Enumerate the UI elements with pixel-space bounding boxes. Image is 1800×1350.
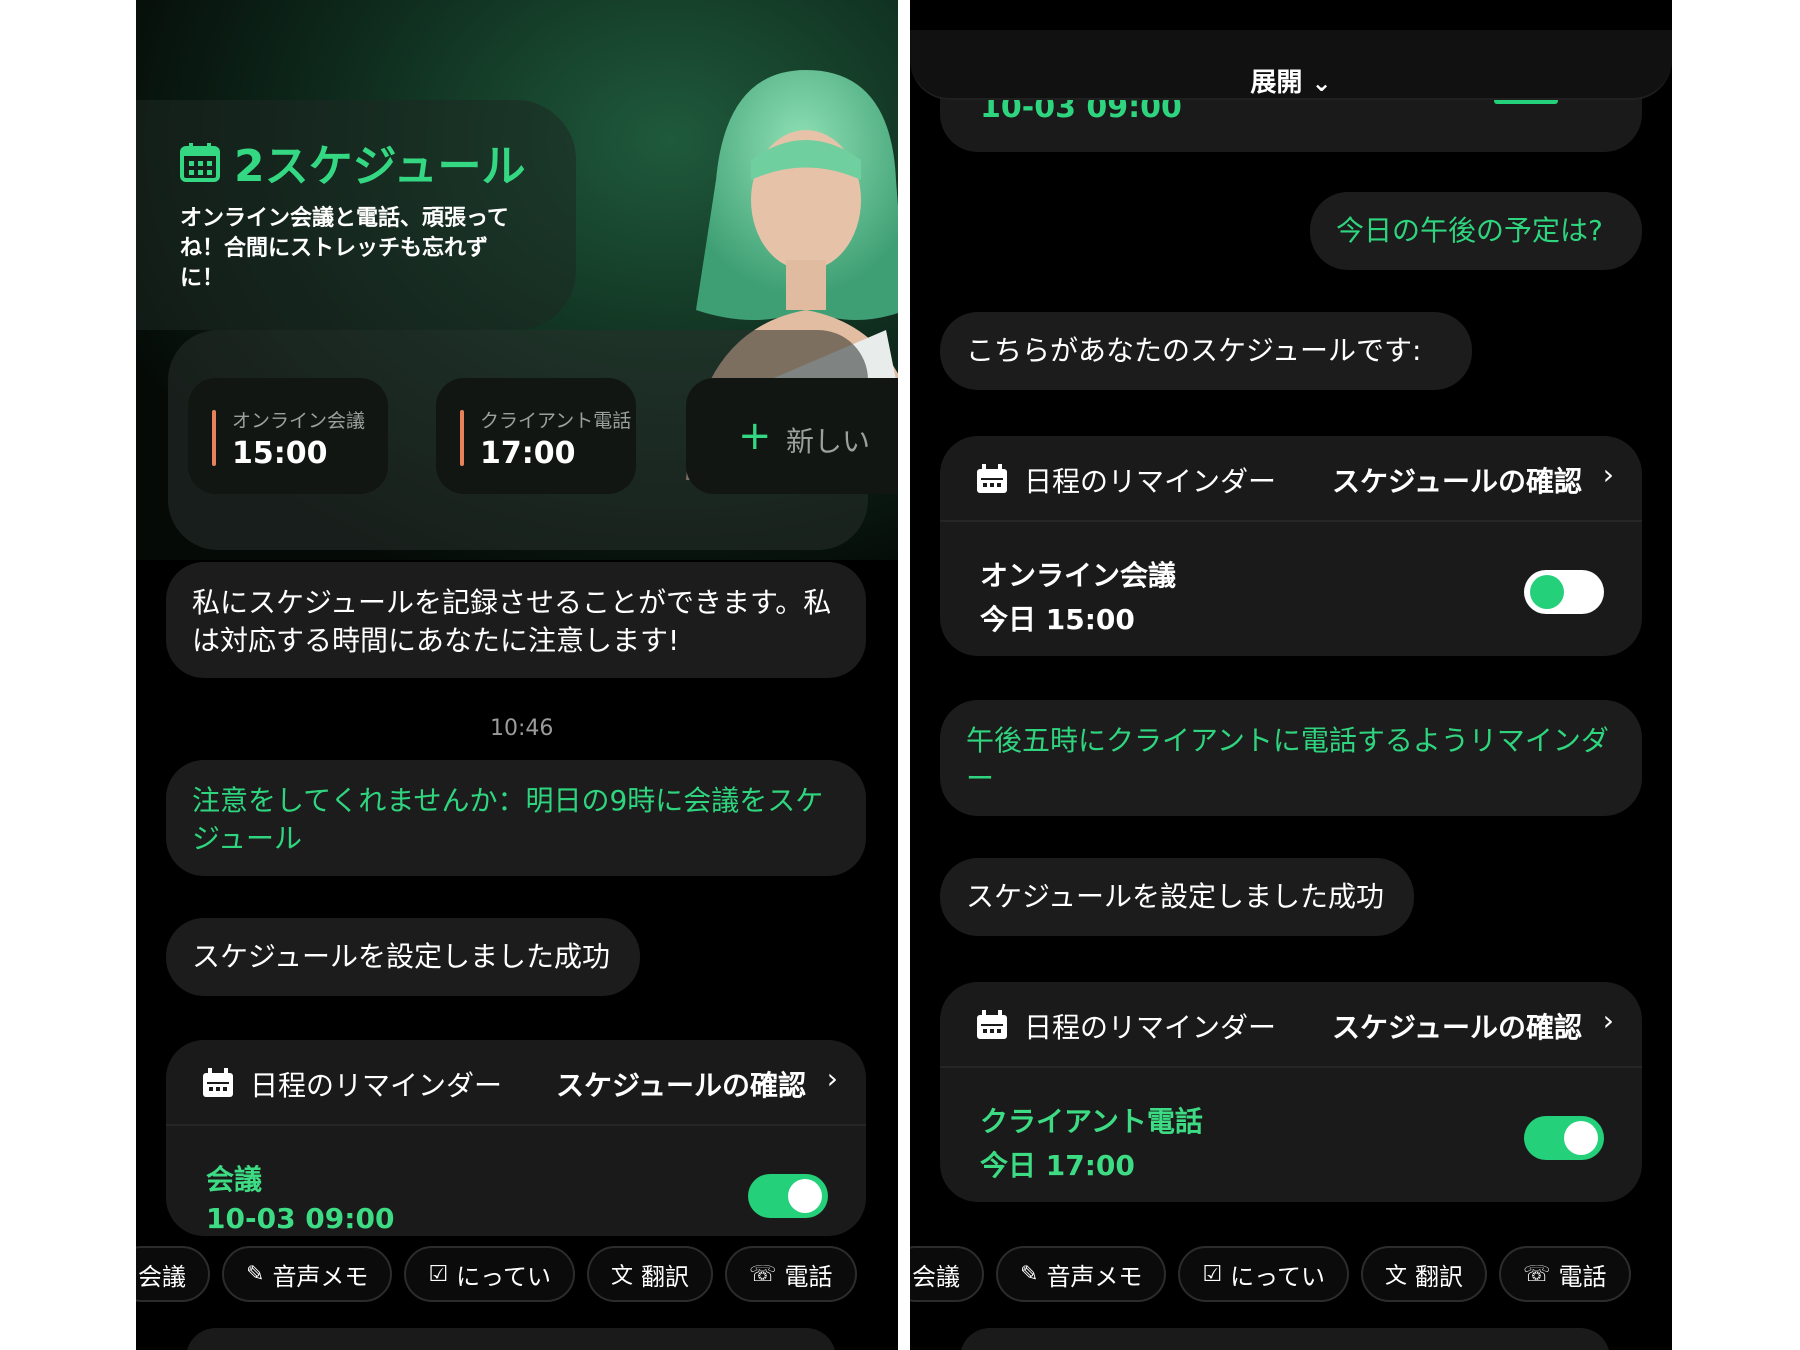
toggle-knob: [788, 1179, 822, 1213]
user-message: 注意をしてくれませんか：明日の9時に会議をスケジュール: [166, 760, 866, 876]
card-time: 15:00: [232, 436, 328, 471]
reminder-card: 日程のリマインダー スケジュールの確認 › 会議 10-03 09:00: [166, 1040, 866, 1236]
add-schedule-label: 新しい: [786, 425, 871, 458]
reminder-card: 日程のリマインダー スケジュールの確認 › クライアント電話 今日 17:00: [940, 982, 1642, 1202]
calendar-icon: [180, 143, 220, 182]
reminder-toggle[interactable]: [748, 1174, 828, 1218]
toggle-knob: [1530, 575, 1564, 609]
chip-voice-memo[interactable]: ✎ 音声メモ: [222, 1246, 393, 1302]
memo-icon: ✎: [246, 1261, 265, 1287]
toggle-knob: [1564, 1121, 1598, 1155]
chip-label: にってい: [1230, 1262, 1325, 1291]
reminder-name: 会議: [206, 1163, 263, 1196]
calendar-check-icon: ☑: [1202, 1261, 1223, 1287]
card-accent-bar: [212, 410, 216, 466]
reminder-title: 日程のリマインダー: [1024, 465, 1277, 498]
chevron-down-icon: ⌄: [1311, 69, 1332, 97]
chip-schedule[interactable]: ☑ にってい: [404, 1246, 575, 1302]
view-schedule-link[interactable]: スケジュールの確認: [1332, 460, 1582, 500]
reminder-name: クライアント電話: [980, 1105, 1203, 1138]
reminder-header: 日程のリマインダー スケジュールの確認 ›: [166, 1040, 866, 1126]
user-message: 今日の午後の予定は?: [1310, 192, 1642, 270]
reminder-card: 日程のリマインダー スケジュールの確認 › オンライン会議 今日 15:00: [940, 436, 1642, 656]
chip-label: 電話: [1558, 1262, 1607, 1291]
message-input-bar[interactable]: [960, 1328, 1610, 1350]
message-input-bar[interactable]: [186, 1328, 836, 1350]
reminder-time: 今日 17:00: [980, 1149, 1135, 1182]
view-schedule-link[interactable]: スケジュールの確認: [556, 1064, 806, 1104]
card-time: 17:00: [480, 436, 576, 471]
memo-icon: ✎: [1020, 1261, 1039, 1287]
quick-action-chips: 会議 ✎ 音声メモ ☑ にってい 文翻訳 ☏ 電話: [136, 1246, 857, 1304]
reminder-header: 日程のリマインダー スケジュールの確認 ›: [940, 436, 1642, 522]
calendar-icon: [203, 1068, 233, 1097]
plus-icon: +: [738, 413, 772, 459]
chip-meeting[interactable]: 会議: [136, 1246, 210, 1302]
chip-label: 音声メモ: [272, 1262, 369, 1291]
left-phone-screen: 2スケジュール オンライン会議と電話、頑張ってね！合間にストレッチも忘れずに！ …: [136, 0, 898, 1350]
add-schedule-card[interactable]: + 新しい: [686, 378, 898, 494]
chip-label: 翻訳: [641, 1262, 689, 1291]
bot-success-message: スケジュールを設定しました成功: [166, 918, 640, 996]
chip-label: 音声メモ: [1046, 1262, 1143, 1291]
reminder-header: 日程のリマインダー スケジュールの確認 ›: [940, 982, 1642, 1068]
chip-label: 電話: [784, 1262, 833, 1291]
expand-button[interactable]: 展開 ⌄: [910, 30, 1672, 100]
message-timestamp: 10:46: [490, 716, 554, 741]
calendar-check-icon: ☑: [428, 1261, 449, 1287]
reminder-name: オンライン会議: [980, 559, 1177, 592]
view-schedule-link[interactable]: スケジュールの確認: [1332, 1006, 1582, 1046]
chevron-right-icon[interactable]: ›: [827, 1062, 838, 1095]
schedule-card-client-call[interactable]: クライアント電話 17:00: [436, 378, 636, 494]
chevron-right-icon[interactable]: ›: [1603, 458, 1614, 491]
reminder-time: 10-03 09:00: [206, 1202, 395, 1235]
translate-icon: 文: [610, 1264, 633, 1289]
chip-phone[interactable]: ☏ 電話: [1499, 1246, 1631, 1302]
schedule-hero: 2スケジュール オンライン会議と電話、頑張ってね！合間にストレッチも忘れずに！ …: [136, 0, 898, 560]
chip-label: 会議: [912, 1262, 960, 1291]
reminder-toggle[interactable]: [1524, 1116, 1604, 1160]
quick-action-chips: 会議 ✎ 音声メモ ☑ にってい 文翻訳 ☏ 電話: [910, 1246, 1631, 1304]
bot-message: こちらがあなたのスケジュールです:: [940, 312, 1472, 390]
chip-label: 翻訳: [1415, 1262, 1463, 1291]
chip-meeting[interactable]: 会議: [910, 1246, 984, 1302]
chip-voice-memo[interactable]: ✎ 音声メモ: [996, 1246, 1167, 1302]
chip-phone[interactable]: ☏ 電話: [725, 1246, 857, 1302]
hero-subtitle: オンライン会議と電話、頑張ってね！合間にストレッチも忘れずに！: [180, 206, 509, 291]
hero-title: 2スケジュール: [234, 141, 526, 192]
chip-schedule[interactable]: ☑ にってい: [1178, 1246, 1349, 1302]
calendar-icon: [977, 1010, 1007, 1039]
schedule-card-online-meeting[interactable]: オンライン会議 15:00: [188, 378, 388, 494]
right-phone-screen: 10-03 09:00 展開 ⌄ 今日の午後の予定は? こちらがあなたのスケジュ…: [910, 0, 1672, 1350]
expand-label: 展開: [1250, 68, 1303, 98]
calendar-icon: [977, 464, 1007, 493]
card-label: オンライン会議: [232, 410, 366, 432]
chip-translate[interactable]: 文翻訳: [586, 1246, 713, 1302]
phone-icon: ☏: [749, 1261, 777, 1287]
reminder-title: 日程のリマインダー: [1024, 1011, 1277, 1044]
chip-label: 会議: [138, 1262, 186, 1291]
reminder-toggle[interactable]: [1524, 570, 1604, 614]
card-label: クライアント電話: [480, 410, 632, 432]
phone-icon: ☏: [1523, 1261, 1551, 1287]
hero-title-row: 2スケジュール: [180, 130, 526, 194]
bot-success-message: スケジュールを設定しました成功: [940, 858, 1414, 936]
chevron-right-icon[interactable]: ›: [1603, 1004, 1614, 1037]
user-message: 午後五時にクライアントに電話するようリマインダー: [940, 700, 1642, 816]
card-accent-bar: [460, 410, 464, 466]
chip-translate[interactable]: 文翻訳: [1360, 1246, 1487, 1302]
chip-label: にってい: [456, 1262, 551, 1291]
translate-icon: 文: [1384, 1264, 1407, 1289]
reminder-title: 日程のリマインダー: [250, 1069, 503, 1102]
bot-intro-message: 私にスケジュールを記録させることができます。私は対応する時間にあなたに注意します…: [166, 562, 866, 678]
reminder-time: 今日 15:00: [980, 603, 1135, 636]
